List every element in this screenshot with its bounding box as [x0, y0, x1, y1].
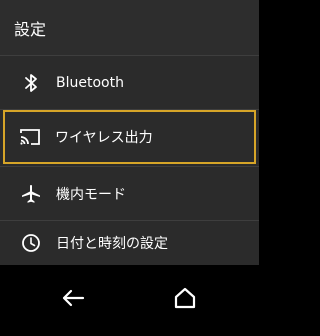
airplane-icon — [20, 183, 42, 205]
menu-item-label: 日付と時刻の設定 — [56, 236, 168, 252]
navigation-bar — [0, 265, 259, 336]
menu-item-wireless-output[interactable]: ワイヤレス出力 — [3, 110, 256, 164]
menu-item-label: ワイヤレス出力 — [55, 130, 153, 146]
menu-item-label: 機内モード — [56, 186, 126, 203]
home-button[interactable] — [168, 283, 202, 317]
home-icon — [173, 287, 197, 313]
settings-screen: 設定 Bluetooth ワイヤレス出力 機内モード 日付と時刻の設定 — [0, 0, 259, 336]
menu-item-date-time[interactable]: 日付と時刻の設定 — [0, 221, 259, 265]
back-button[interactable] — [56, 283, 90, 317]
menu-item-airplane-mode[interactable]: 機内モード — [0, 167, 259, 220]
page-title: 設定 — [0, 0, 259, 55]
cast-icon — [19, 126, 41, 148]
menu-item-label: Bluetooth — [56, 74, 124, 91]
page-title-text: 設定 — [14, 19, 47, 39]
back-arrow-icon — [61, 288, 85, 312]
bluetooth-icon — [20, 72, 42, 94]
menu-item-bluetooth[interactable]: Bluetooth — [0, 56, 259, 109]
clock-icon — [20, 232, 42, 254]
